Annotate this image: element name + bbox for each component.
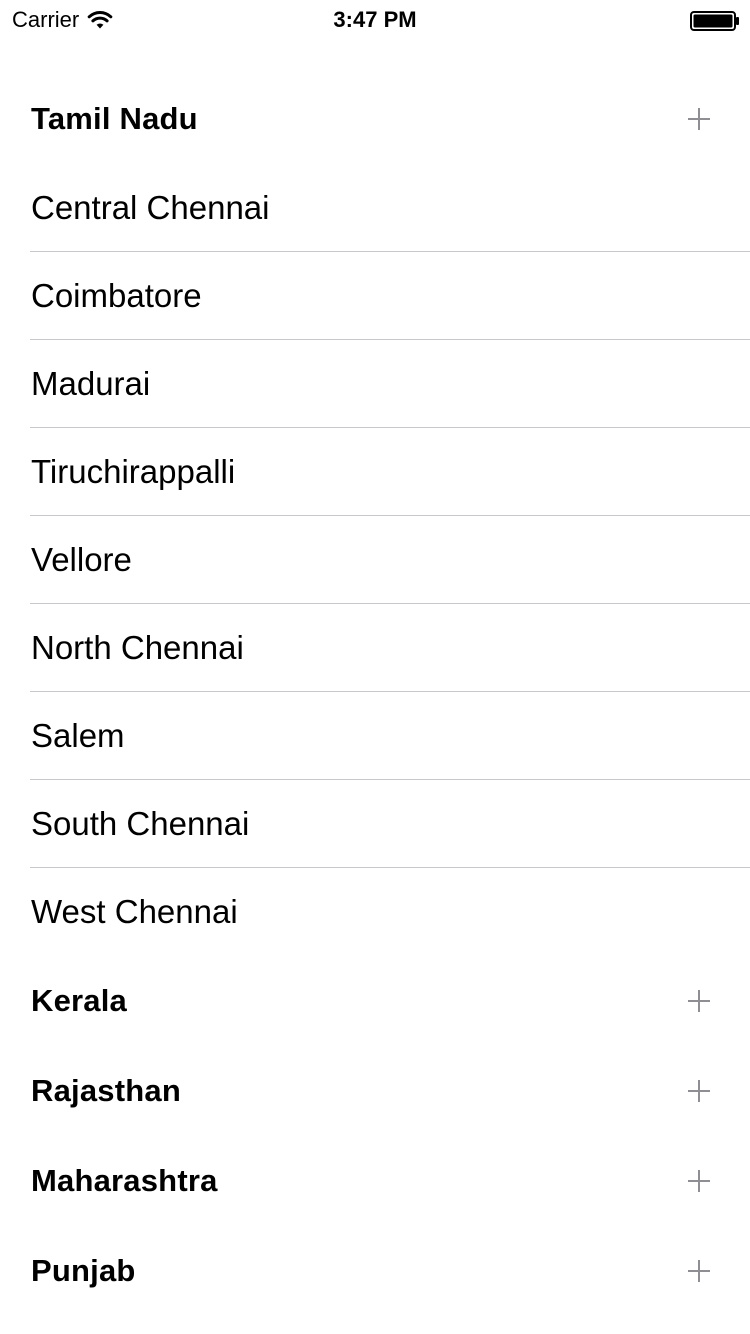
list-item-vellore[interactable]: Vellore: [0, 516, 750, 604]
section-title: Rajasthan: [31, 1073, 181, 1108]
plus-icon[interactable]: [688, 990, 710, 1012]
list-item-label: Madurai: [31, 365, 151, 402]
list-item-central-chennai[interactable]: Central Chennai: [0, 164, 750, 252]
list-item-label: West Chennai: [31, 893, 238, 930]
status-bar: Carrier 3:47 PM: [0, 0, 750, 40]
list-item-label: Tiruchirappalli: [31, 453, 236, 490]
section-header-punjab[interactable]: Punjab: [0, 1226, 750, 1316]
list-item-tiruchirappalli[interactable]: Tiruchirappalli: [0, 428, 750, 516]
section-title: Kerala: [31, 983, 127, 1018]
list-item-label: Coimbatore: [31, 277, 202, 314]
list-item-coimbatore[interactable]: Coimbatore: [0, 252, 750, 340]
section-header-maharashtra[interactable]: Maharashtra: [0, 1136, 750, 1226]
section-header-kerala[interactable]: Kerala: [0, 956, 750, 1046]
plus-icon[interactable]: [688, 108, 710, 130]
region-list: Tamil Nadu Central Chennai Coimbatore Madur…: [0, 74, 750, 1316]
plus-icon[interactable]: [688, 1260, 710, 1282]
list-item-label: Central Chennai: [31, 189, 270, 226]
list-item-label: Vellore: [31, 541, 132, 578]
section-title: Maharashtra: [31, 1163, 218, 1198]
plus-icon[interactable]: [688, 1170, 710, 1192]
list-item-label: Salem: [31, 717, 125, 754]
list-item-salem[interactable]: Salem: [0, 692, 750, 780]
list-item-north-chennai[interactable]: North Chennai: [0, 604, 750, 692]
section-header-rajasthan[interactable]: Rajasthan: [0, 1046, 750, 1136]
list-item-madurai[interactable]: Madurai: [0, 340, 750, 428]
list-item-south-chennai[interactable]: South Chennai: [0, 780, 750, 868]
section-title: Punjab: [31, 1253, 136, 1288]
section-header-tamil-nadu[interactable]: Tamil Nadu: [0, 74, 750, 164]
list-item-label: South Chennai: [31, 805, 250, 842]
plus-icon[interactable]: [688, 1080, 710, 1102]
status-time: 3:47 PM: [333, 7, 417, 32]
list-item-label: North Chennai: [31, 629, 244, 666]
battery-icon: [690, 11, 739, 31]
section-title: Tamil Nadu: [31, 101, 198, 136]
list-item-west-chennai[interactable]: West Chennai: [0, 868, 750, 956]
